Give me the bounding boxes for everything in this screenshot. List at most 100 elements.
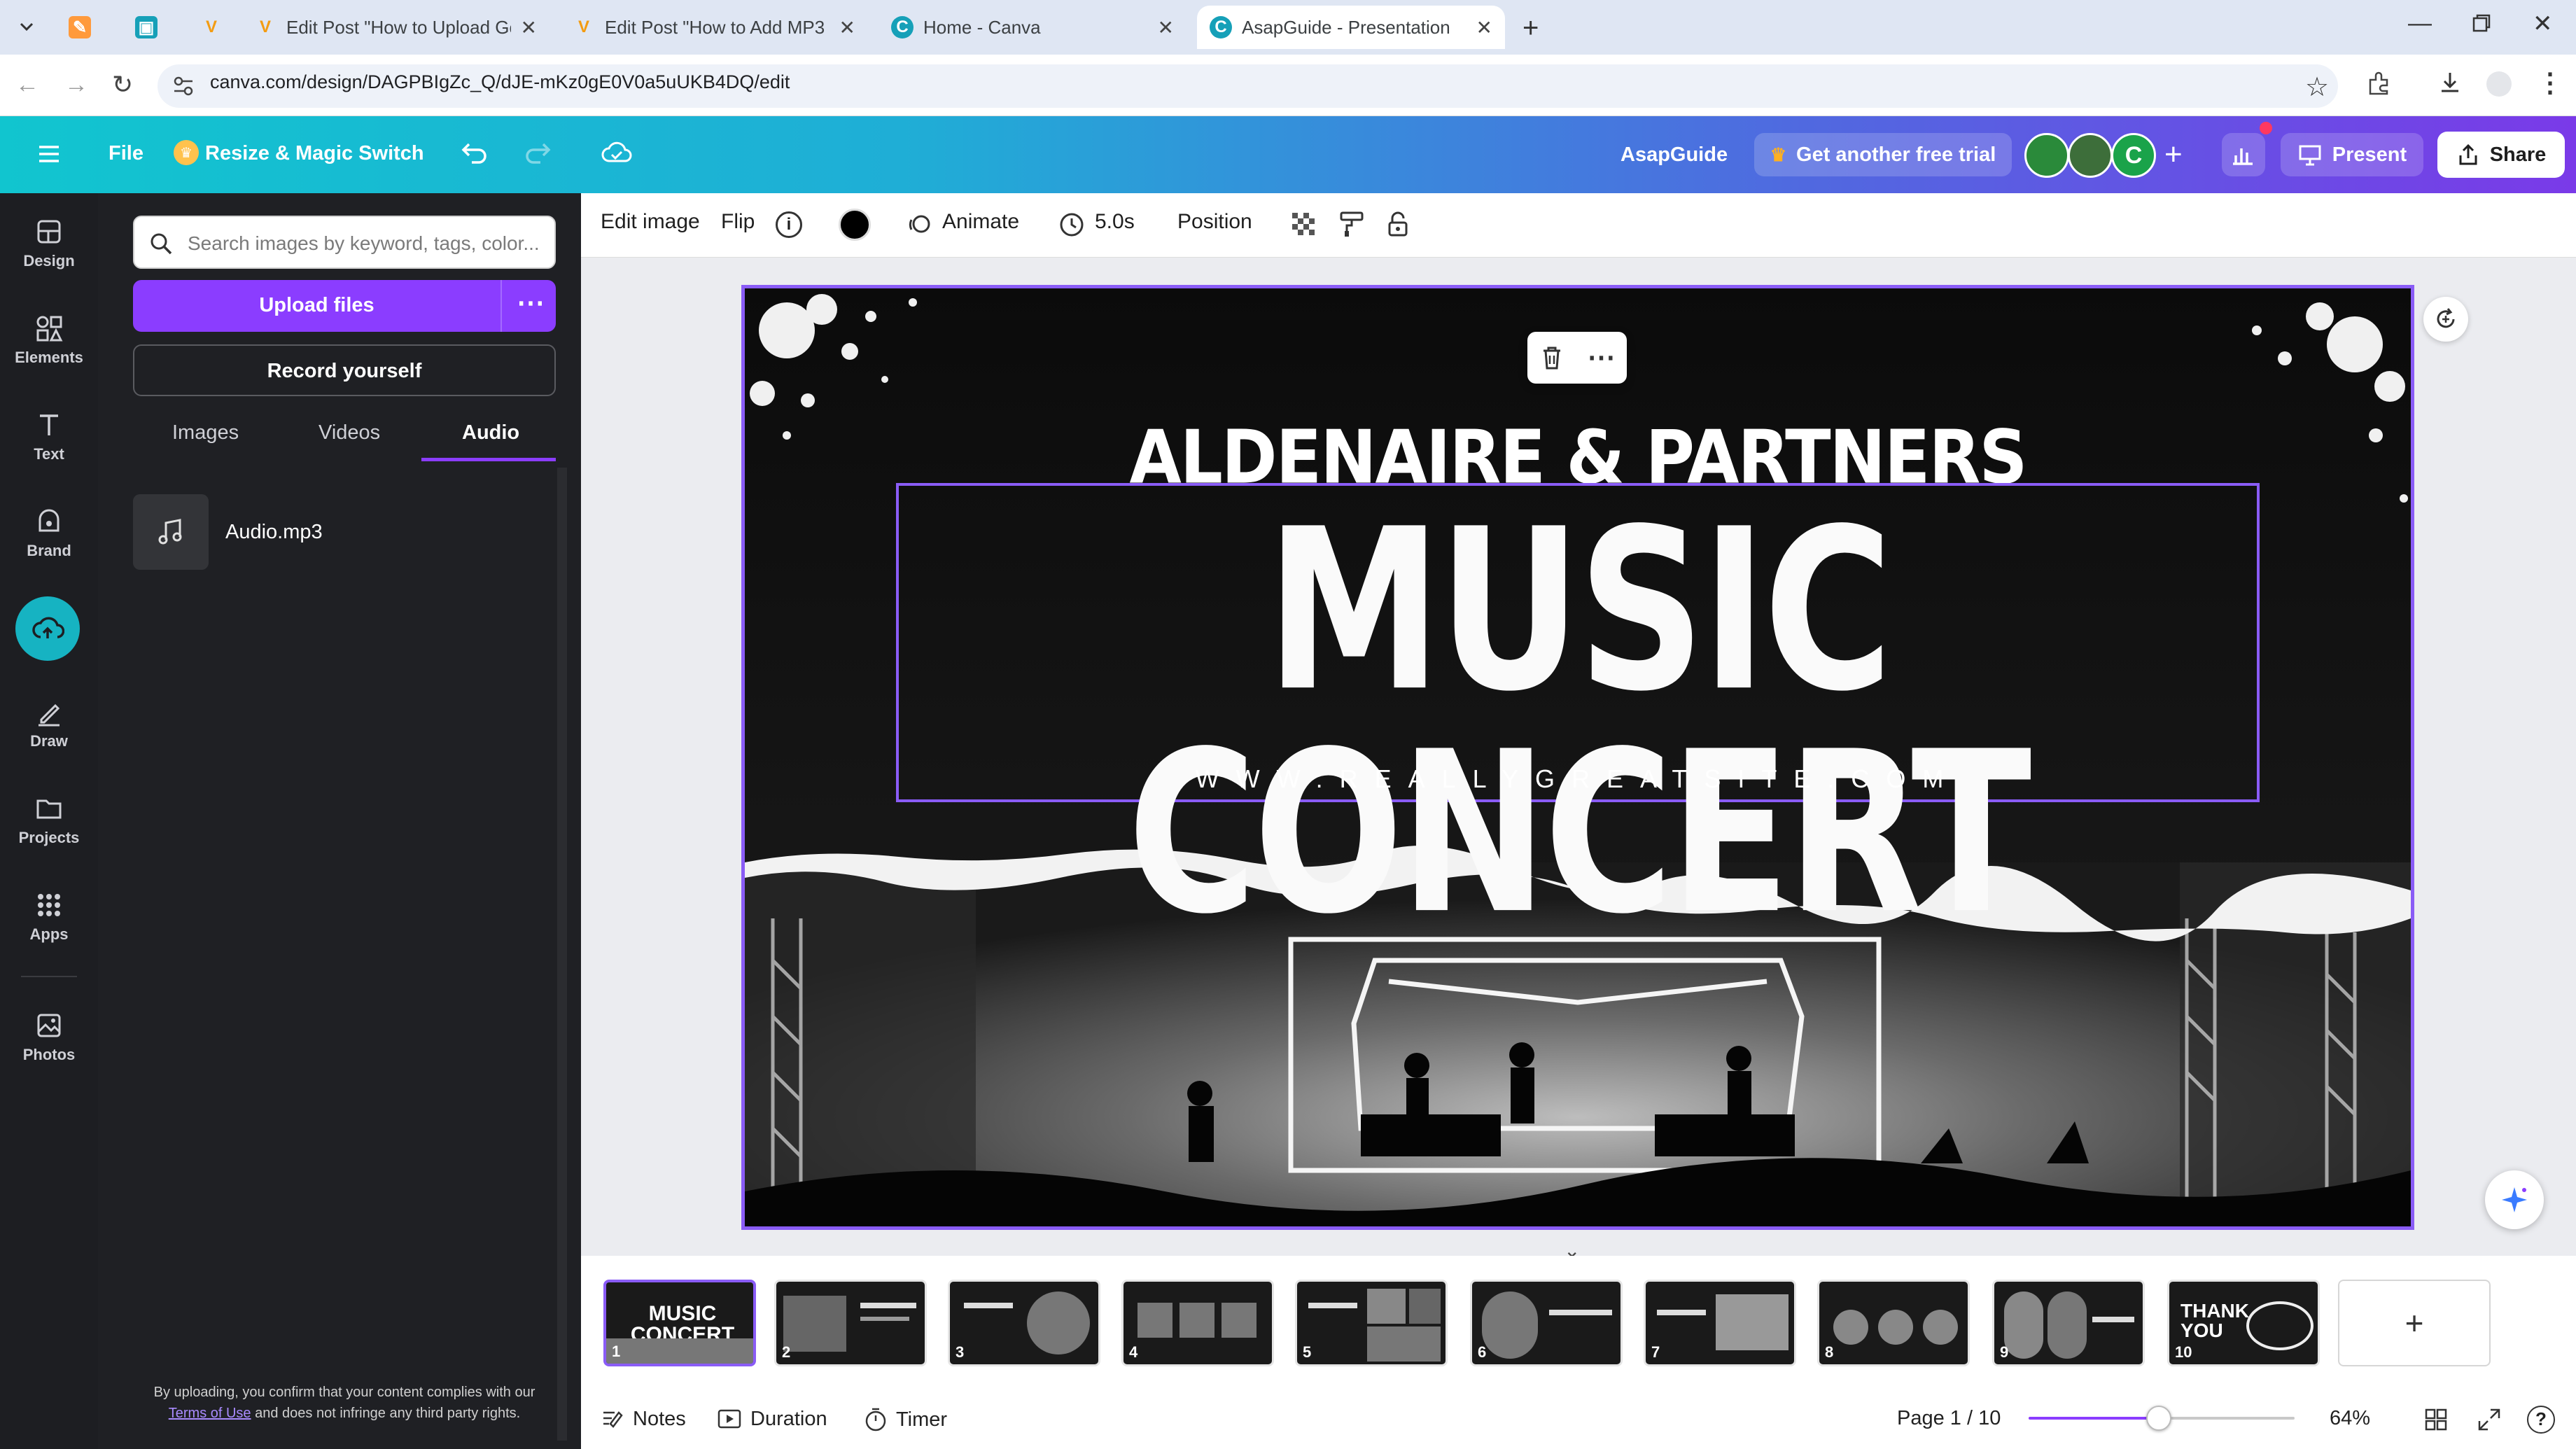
share-button[interactable]: Share (2437, 132, 2565, 178)
new-tab-icon[interactable]: + (1522, 13, 1539, 44)
rail-design[interactable]: Design (0, 217, 98, 270)
add-collaborator-icon[interactable]: + (2164, 137, 2183, 172)
file-menu[interactable]: File (108, 142, 144, 165)
transparency-icon[interactable] (1291, 211, 1317, 238)
site-info-icon[interactable] (172, 74, 195, 98)
tab-audio[interactable]: Audio (462, 421, 519, 444)
present-button[interactable]: Present (2281, 133, 2423, 176)
page-thumbnail[interactable]: 3 (948, 1280, 1100, 1366)
rail-brand[interactable]: Brand (0, 507, 98, 560)
page-thumbnail[interactable]: 6 (1470, 1280, 1623, 1366)
terms-of-use-link[interactable]: Terms of Use (169, 1406, 251, 1421)
upload-files-button[interactable]: Upload files ⋯ (133, 280, 556, 332)
slide-canvas[interactable]: ALDENAIRE & PARTNERS MUSIC CONCERT WWW.R… (741, 285, 2414, 1230)
back-icon[interactable]: ← (15, 71, 39, 99)
tab-edit-post-upload[interactable]: V Edit Post "How to Upload Goog ✕ (241, 6, 550, 49)
undo-icon[interactable] (459, 137, 490, 168)
avatar[interactable] (2024, 133, 2069, 178)
tab-canva[interactable]: ▣ (122, 6, 172, 49)
color-swatch[interactable] (839, 209, 871, 241)
page-thumbnail[interactable]: 4 (1121, 1280, 1274, 1366)
page-thumbnail[interactable]: 7 (1644, 1280, 1796, 1366)
lock-icon[interactable] (1385, 210, 1411, 238)
team-name[interactable]: AsapGuide (1620, 144, 1728, 167)
search-input[interactable]: Search images by keyword, tags, color... (133, 216, 556, 269)
flip-button[interactable]: Flip (721, 210, 755, 234)
comment-refresh-button[interactable] (2423, 297, 2468, 342)
page-indicator[interactable]: Page 1 / 10 (1897, 1407, 2001, 1430)
more-options-icon[interactable]: ⋯ (517, 287, 545, 319)
record-yourself-button[interactable]: Record yourself (133, 344, 556, 396)
avatar[interactable] (2068, 133, 2113, 178)
insights-button[interactable] (2222, 133, 2265, 176)
rail-label: Design (23, 252, 75, 270)
page-thumbnail[interactable]: 5 (1295, 1280, 1448, 1366)
rail-photos[interactable]: Photos (0, 1011, 98, 1064)
edit-image-button[interactable]: Edit image (601, 210, 700, 234)
tab-edit-post-mp3[interactable]: V Edit Post "How to Add MP3 to ✕ (560, 6, 868, 49)
zoom-level[interactable]: 64% (2330, 1407, 2370, 1430)
slide-title[interactable]: MUSIC CONCERT (1005, 499, 2150, 945)
profile-avatar[interactable] (2486, 71, 2512, 97)
tab-images[interactable]: Images (172, 421, 239, 444)
trash-icon[interactable] (1539, 344, 1564, 371)
position-button[interactable]: Position (1177, 210, 1252, 234)
panel-scrollbar[interactable] (557, 468, 567, 1441)
page-thumbnail[interactable]: 9 (1992, 1280, 2145, 1366)
page-thumbnail[interactable]: MUSIC CONCERT 1 (603, 1280, 756, 1366)
timer-button[interactable]: Timer (864, 1407, 947, 1432)
paint-roller-icon[interactable] (1338, 210, 1365, 238)
rail-text[interactable]: Text (0, 410, 98, 463)
grid-view-icon[interactable] (2423, 1407, 2449, 1432)
rail-draw[interactable]: Draw (0, 697, 98, 750)
duration-footer-button[interactable]: Duration (717, 1407, 827, 1431)
help-icon[interactable]: ? (2527, 1406, 2555, 1434)
forward-icon[interactable]: → (64, 71, 88, 99)
hamburger-menu-icon[interactable] (35, 140, 63, 168)
close-icon[interactable]: ✕ (1476, 16, 1492, 39)
download-icon[interactable] (2436, 69, 2464, 97)
page-thumbnail[interactable]: 2 (774, 1280, 927, 1366)
add-page-button[interactable]: + (2338, 1280, 2491, 1366)
tab-list-chevron-icon[interactable] (15, 15, 38, 38)
fullscreen-icon[interactable] (2477, 1407, 2502, 1432)
magic-assistant-button[interactable] (2485, 1170, 2544, 1229)
rail-projects[interactable]: Projects (0, 794, 98, 847)
audio-file-name[interactable]: Audio.mp3 (225, 521, 323, 544)
notes-button[interactable]: Notes (601, 1407, 686, 1431)
free-trial-button[interactable]: ♛ Get another free trial (1754, 133, 2012, 176)
resize-magic-switch-button[interactable]: Resize & Magic Switch (205, 142, 424, 165)
rail-uploads[interactable] (15, 596, 80, 661)
zoom-slider[interactable] (2029, 1406, 2295, 1431)
page-thumbnail[interactable]: THANK YOU 10 (2167, 1280, 2320, 1366)
extensions-icon[interactable] (2365, 70, 2393, 98)
page-thumbnail[interactable]: 8 (1817, 1280, 1970, 1366)
zoom-slider-handle[interactable] (2146, 1406, 2172, 1431)
avatar[interactable]: C (2111, 133, 2156, 178)
minimize-icon[interactable]: — (2408, 10, 2432, 37)
tab-home-canva[interactable]: C Home - Canva ✕ (878, 6, 1186, 49)
more-icon[interactable]: ⋯ (1588, 342, 1616, 374)
tab-asapguide-presentation[interactable]: C AsapGuide - Presentation ✕ (1197, 6, 1505, 49)
restore-icon[interactable] (2471, 13, 2492, 34)
cloud-saved-icon[interactable] (601, 137, 633, 168)
info-icon[interactable]: i (776, 211, 802, 238)
bookmark-star-icon[interactable]: ☆ (2305, 71, 2329, 103)
window-close-icon[interactable]: ✕ (2533, 10, 2553, 38)
close-icon[interactable]: ✕ (521, 16, 537, 39)
rail-elements[interactable]: Elements (0, 314, 98, 367)
browser-menu-icon[interactable]: ⋮ (2537, 67, 2563, 99)
redo-icon[interactable] (522, 137, 553, 168)
tab-videos[interactable]: Videos (318, 421, 380, 444)
image-icon: ▣ (135, 16, 158, 38)
reload-icon[interactable]: ↻ (112, 70, 133, 99)
close-icon[interactable]: ✕ (839, 16, 855, 39)
audio-file-thumbnail[interactable] (133, 494, 209, 570)
rail-apps[interactable]: Apps (0, 890, 98, 944)
close-icon[interactable]: ✕ (1158, 16, 1174, 39)
slide-website[interactable]: WWW.REALLYGREATSITE.COM (896, 764, 2260, 794)
zoom-slider-fill (2029, 1417, 2160, 1420)
rail-divider (21, 976, 77, 977)
tab-extension[interactable]: ✎ (56, 6, 105, 49)
tab-v[interactable]: V (188, 6, 237, 49)
